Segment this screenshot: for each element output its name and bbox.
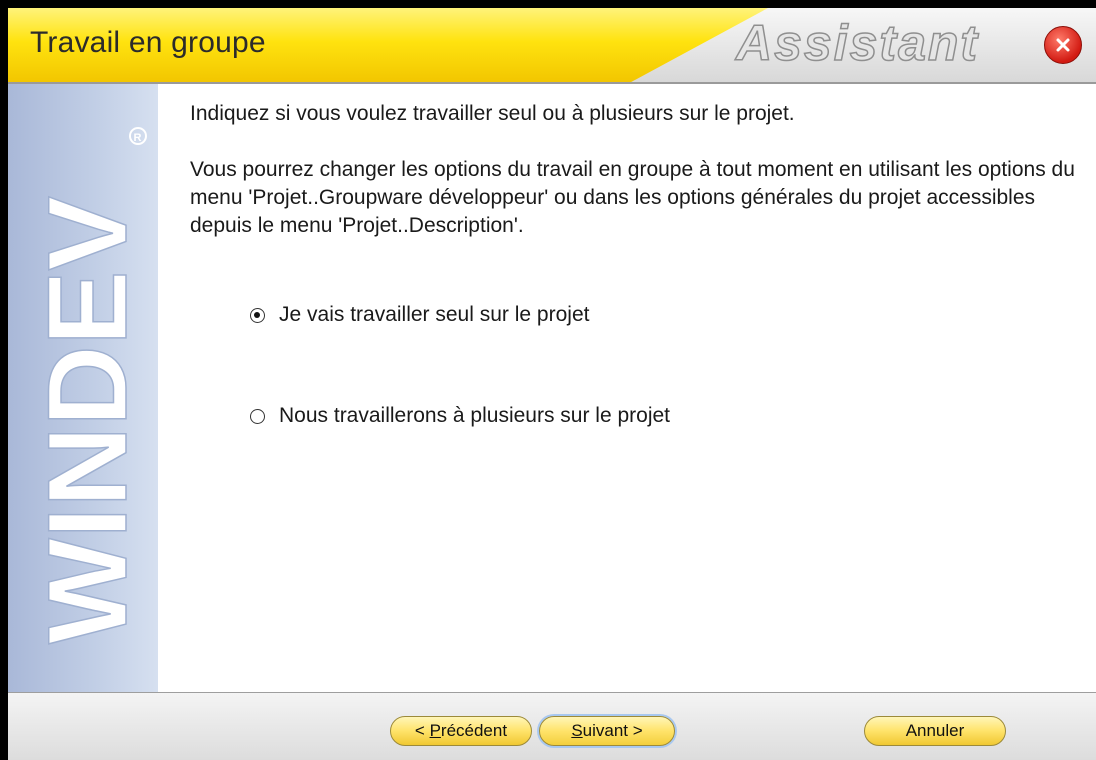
next-label-rest: uivant > xyxy=(582,721,643,740)
windev-logo: WINDEV R xyxy=(24,127,151,645)
window-title: Travail en groupe xyxy=(30,26,266,59)
next-access-key: S xyxy=(571,721,583,740)
title-bar: Travail en groupe Assistant xyxy=(8,8,1096,84)
option-work-group[interactable]: Nous travaillerons à plusieurs sur le pr… xyxy=(250,404,670,428)
previous-prefix: < xyxy=(414,721,430,740)
radio-unselected-icon[interactable] xyxy=(250,408,265,424)
side-banner: WINDEV R xyxy=(8,84,159,692)
wizard-window: Travail en groupe Assistant WINDEV R Ind… xyxy=(8,8,1096,760)
details-text: Vous pourrez changer les options du trav… xyxy=(190,158,1075,237)
intro-text: Indiquez si vous voulez travailler seul … xyxy=(190,102,795,125)
option-work-group-label: Nous travaillerons à plusieurs sur le pr… xyxy=(279,404,671,427)
svg-text:R: R xyxy=(134,132,142,144)
cancel-label: Annuler xyxy=(905,721,965,740)
close-button[interactable] xyxy=(1044,26,1082,64)
radio-selected-icon[interactable] xyxy=(250,307,265,323)
close-icon xyxy=(1056,38,1070,52)
button-bar: < Précédent Suivant > Annuler xyxy=(8,692,1096,760)
assistant-wordmark-text: Assistant xyxy=(734,15,979,71)
assistant-wordmark: Assistant xyxy=(733,14,979,72)
previous-label-rest: récédent xyxy=(440,721,508,740)
option-work-alone-label: Je vais travailler seul sur le projet xyxy=(279,303,590,326)
cancel-button[interactable]: Annuler xyxy=(864,716,1006,746)
previous-button[interactable]: < Précédent xyxy=(390,716,532,746)
wizard-content: Indiquez si vous voulez travailler seul … xyxy=(158,84,1096,692)
option-work-alone[interactable]: Je vais travailler seul sur le projet xyxy=(250,303,589,327)
next-button[interactable]: Suivant > xyxy=(539,716,675,746)
previous-access-key: P xyxy=(429,721,441,740)
windev-logo-text: WINDEV xyxy=(25,196,150,644)
